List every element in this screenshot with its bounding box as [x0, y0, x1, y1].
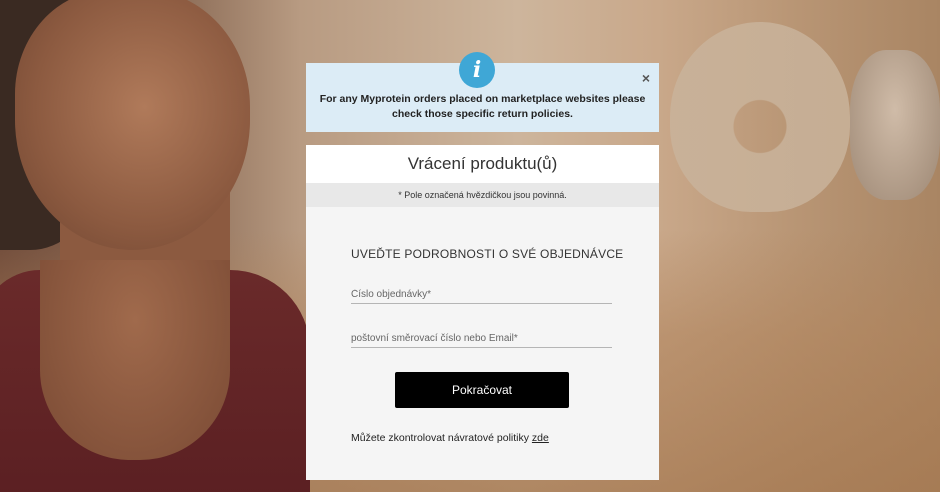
order-number-input[interactable] [351, 285, 612, 304]
return-policy-text: Můžete zkontrolovat návratové politiky [351, 432, 532, 444]
background-vase [670, 22, 850, 212]
return-form-card: Vrácení produktu(ů) * Pole označená hvěz… [306, 145, 659, 480]
postcode-email-input[interactable] [351, 329, 612, 348]
continue-button[interactable]: Pokračovat [395, 372, 569, 408]
info-icon: i [459, 52, 495, 88]
return-policy-line: Můžete zkontrolovat návratové politiky z… [351, 432, 549, 444]
page-title: Vrácení produktu(ů) [306, 145, 659, 183]
close-icon[interactable]: × [642, 70, 650, 86]
background-person [0, 0, 310, 492]
background-chest [40, 260, 230, 460]
banner-message: For any Myprotein orders placed on marke… [319, 93, 646, 120]
background-face [15, 0, 250, 250]
required-fields-note: * Pole označená hvězdičkou jsou povinná. [306, 183, 659, 207]
background-stones [850, 50, 940, 200]
marketplace-info-banner: i × For any Myprotein orders placed on m… [306, 52, 659, 132]
return-policy-link[interactable]: zde [532, 432, 549, 444]
order-details-heading: UVEĎTE PODROBNOSTI O SVÉ OBJEDNÁVCE [351, 247, 624, 261]
